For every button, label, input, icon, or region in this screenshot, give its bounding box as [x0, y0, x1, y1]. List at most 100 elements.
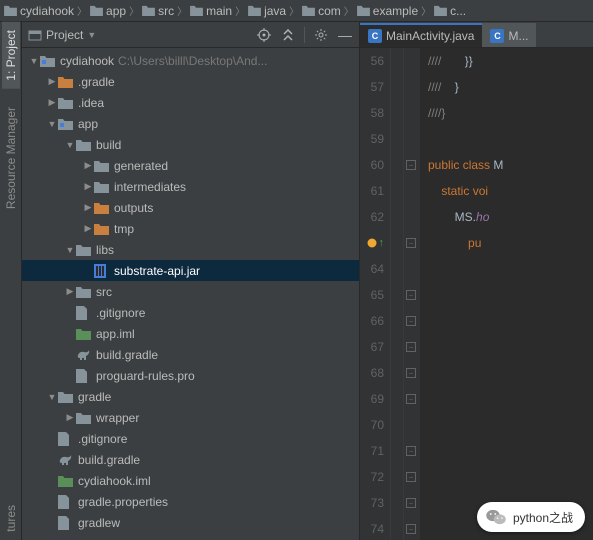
hide-panel-icon[interactable]: — — [337, 27, 353, 43]
tree-toggle-icon[interactable]: ▼ — [46, 392, 58, 402]
tree-item-generated[interactable]: ▶generated — [22, 155, 359, 176]
fold-marker-icon[interactable]: − — [406, 498, 416, 508]
code-editor[interactable]: 56575859606162↑6465666768697071727374 − −… — [360, 48, 593, 540]
project-tree[interactable]: ▼cydiahookC:\Users\billl\Desktop\And...▶… — [22, 48, 359, 540]
code-content[interactable]: //// }}//// }////} public class M static … — [420, 48, 593, 540]
tree-item-outputs[interactable]: ▶outputs — [22, 197, 359, 218]
tab-project[interactable]: 1: Project — [2, 22, 20, 89]
breadcrumb-item[interactable]: java — [248, 4, 286, 18]
code-line[interactable] — [428, 256, 593, 282]
tree-item-intermediates[interactable]: ▶intermediates — [22, 176, 359, 197]
expand-all-icon[interactable] — [280, 27, 296, 43]
code-line[interactable] — [428, 438, 593, 464]
tree-item-proguard[interactable]: proguard-rules.pro — [22, 365, 359, 386]
code-line[interactable]: public class M — [428, 152, 593, 178]
tree-item-src[interactable]: ▶src — [22, 281, 359, 302]
tree-toggle-icon[interactable]: ▶ — [64, 412, 76, 423]
breadcrumb-item[interactable]: app — [90, 4, 126, 18]
tree-label: libs — [96, 243, 114, 257]
code-line[interactable]: //// }} — [428, 48, 593, 74]
fold-marker-icon[interactable]: − — [406, 472, 416, 482]
code-line[interactable] — [428, 464, 593, 490]
tree-toggle-icon[interactable]: ▶ — [64, 286, 76, 297]
code-line[interactable] — [428, 282, 593, 308]
tree-toggle-icon[interactable]: ▶ — [82, 181, 94, 192]
tree-item-root[interactable]: ▼cydiahookC:\Users\billl\Desktop\And... — [22, 50, 359, 71]
tree-label: app — [78, 117, 98, 131]
code-line[interactable]: ////} — [428, 100, 593, 126]
tree-toggle-icon[interactable]: ▼ — [46, 119, 58, 129]
tree-item-tmp[interactable]: ▶tmp — [22, 218, 359, 239]
tree-item-substrate[interactable]: substrate-api.jar — [22, 260, 359, 281]
chevron-right-icon: 〉 — [289, 3, 299, 18]
tree-hint: C:\Users\billl\Desktop\And... — [118, 54, 267, 68]
tree-item-app[interactable]: ▼ app — [22, 113, 359, 134]
folderGrey-icon — [76, 243, 92, 257]
folderGrey-icon — [58, 390, 74, 404]
tree-item-gradleProps[interactable]: gradle.properties — [22, 491, 359, 512]
breadcrumb-item[interactable]: example — [357, 4, 418, 18]
tree-toggle-icon[interactable]: ▶ — [82, 160, 94, 171]
gradle-icon — [58, 453, 74, 467]
tree-item-buildGradle2[interactable]: build.gradle — [22, 449, 359, 470]
fold-marker-icon[interactable]: − — [406, 524, 416, 534]
tree-label: cydiahook.iml — [78, 474, 151, 488]
breadcrumb-item[interactable]: c... — [434, 4, 466, 18]
locate-icon[interactable] — [256, 27, 272, 43]
project-view-selector[interactable]: Project ▼ — [28, 28, 96, 42]
code-line[interactable]: //// } — [428, 74, 593, 100]
tree-item-gradleDir[interactable]: ▶.gradle — [22, 71, 359, 92]
tree-item-gitignore2[interactable]: .gitignore — [22, 428, 359, 449]
tree-toggle-icon[interactable]: ▼ — [64, 245, 76, 255]
code-line[interactable] — [428, 412, 593, 438]
tree-toggle-icon[interactable]: ▶ — [46, 97, 58, 108]
line-number: 59 — [360, 126, 384, 152]
fold-marker-icon[interactable]: − — [406, 290, 416, 300]
fold-marker-icon[interactable]: − — [406, 160, 416, 170]
code-line[interactable]: MS.ho — [428, 204, 593, 230]
line-gutter: 56575859606162↑6465666768697071727374 — [360, 48, 390, 540]
code-line[interactable] — [428, 386, 593, 412]
override-up-icon: ↑ — [379, 230, 385, 256]
folderOrange-icon — [58, 75, 74, 89]
code-line[interactable]: static voi — [428, 178, 593, 204]
breadcrumb-item[interactable]: src — [142, 4, 174, 18]
fold-marker-icon[interactable]: − — [406, 446, 416, 456]
tab-mainactivity[interactable]: C MainActivity.java — [360, 23, 482, 47]
breadcrumb-item[interactable]: cydiahook — [4, 4, 74, 18]
tree-item-gitignore1[interactable]: .gitignore — [22, 302, 359, 323]
code-line[interactable] — [428, 308, 593, 334]
code-line[interactable] — [428, 334, 593, 360]
tree-toggle-icon[interactable]: ▶ — [46, 76, 58, 87]
tree-item-cydiahookIml[interactable]: cydiahook.iml — [22, 470, 359, 491]
chevron-right-icon: 〉 — [177, 3, 187, 18]
fold-marker-icon[interactable]: − — [406, 238, 416, 248]
breadcrumb-item[interactable]: com — [302, 4, 341, 18]
tree-item-libs[interactable]: ▼ libs — [22, 239, 359, 260]
code-line[interactable] — [428, 360, 593, 386]
code-line[interactable] — [428, 126, 593, 152]
tree-toggle-icon[interactable]: ▼ — [28, 56, 40, 66]
iml-icon — [76, 327, 92, 341]
tree-item-buildGradle1[interactable]: build.gradle — [22, 344, 359, 365]
fold-marker-icon[interactable]: − — [406, 316, 416, 326]
fold-marker-icon[interactable]: − — [406, 394, 416, 404]
tree-item-gradleFolder[interactable]: ▼gradle — [22, 386, 359, 407]
breadcrumb-item[interactable]: main — [190, 4, 232, 18]
tree-toggle-icon[interactable]: ▼ — [64, 140, 76, 150]
tree-item-build[interactable]: ▼build — [22, 134, 359, 155]
code-line[interactable]: pu — [428, 230, 593, 256]
tree-item-ideaDir[interactable]: ▶.idea — [22, 92, 359, 113]
gear-icon[interactable] — [313, 27, 329, 43]
fold-marker-icon[interactable]: − — [406, 342, 416, 352]
tree-item-gradlew[interactable]: gradlew — [22, 512, 359, 533]
tab-other[interactable]: C M... — [482, 23, 536, 47]
tree-item-wrapper[interactable]: ▶wrapper — [22, 407, 359, 428]
tree-item-appIml[interactable]: app.iml — [22, 323, 359, 344]
tab-resource-manager[interactable]: Resource Manager — [2, 99, 20, 217]
line-number: 61 — [360, 178, 384, 204]
tree-toggle-icon[interactable]: ▶ — [82, 223, 94, 234]
tab-structures[interactable]: tures — [2, 497, 20, 540]
fold-marker-icon[interactable]: − — [406, 368, 416, 378]
tree-toggle-icon[interactable]: ▶ — [82, 202, 94, 213]
